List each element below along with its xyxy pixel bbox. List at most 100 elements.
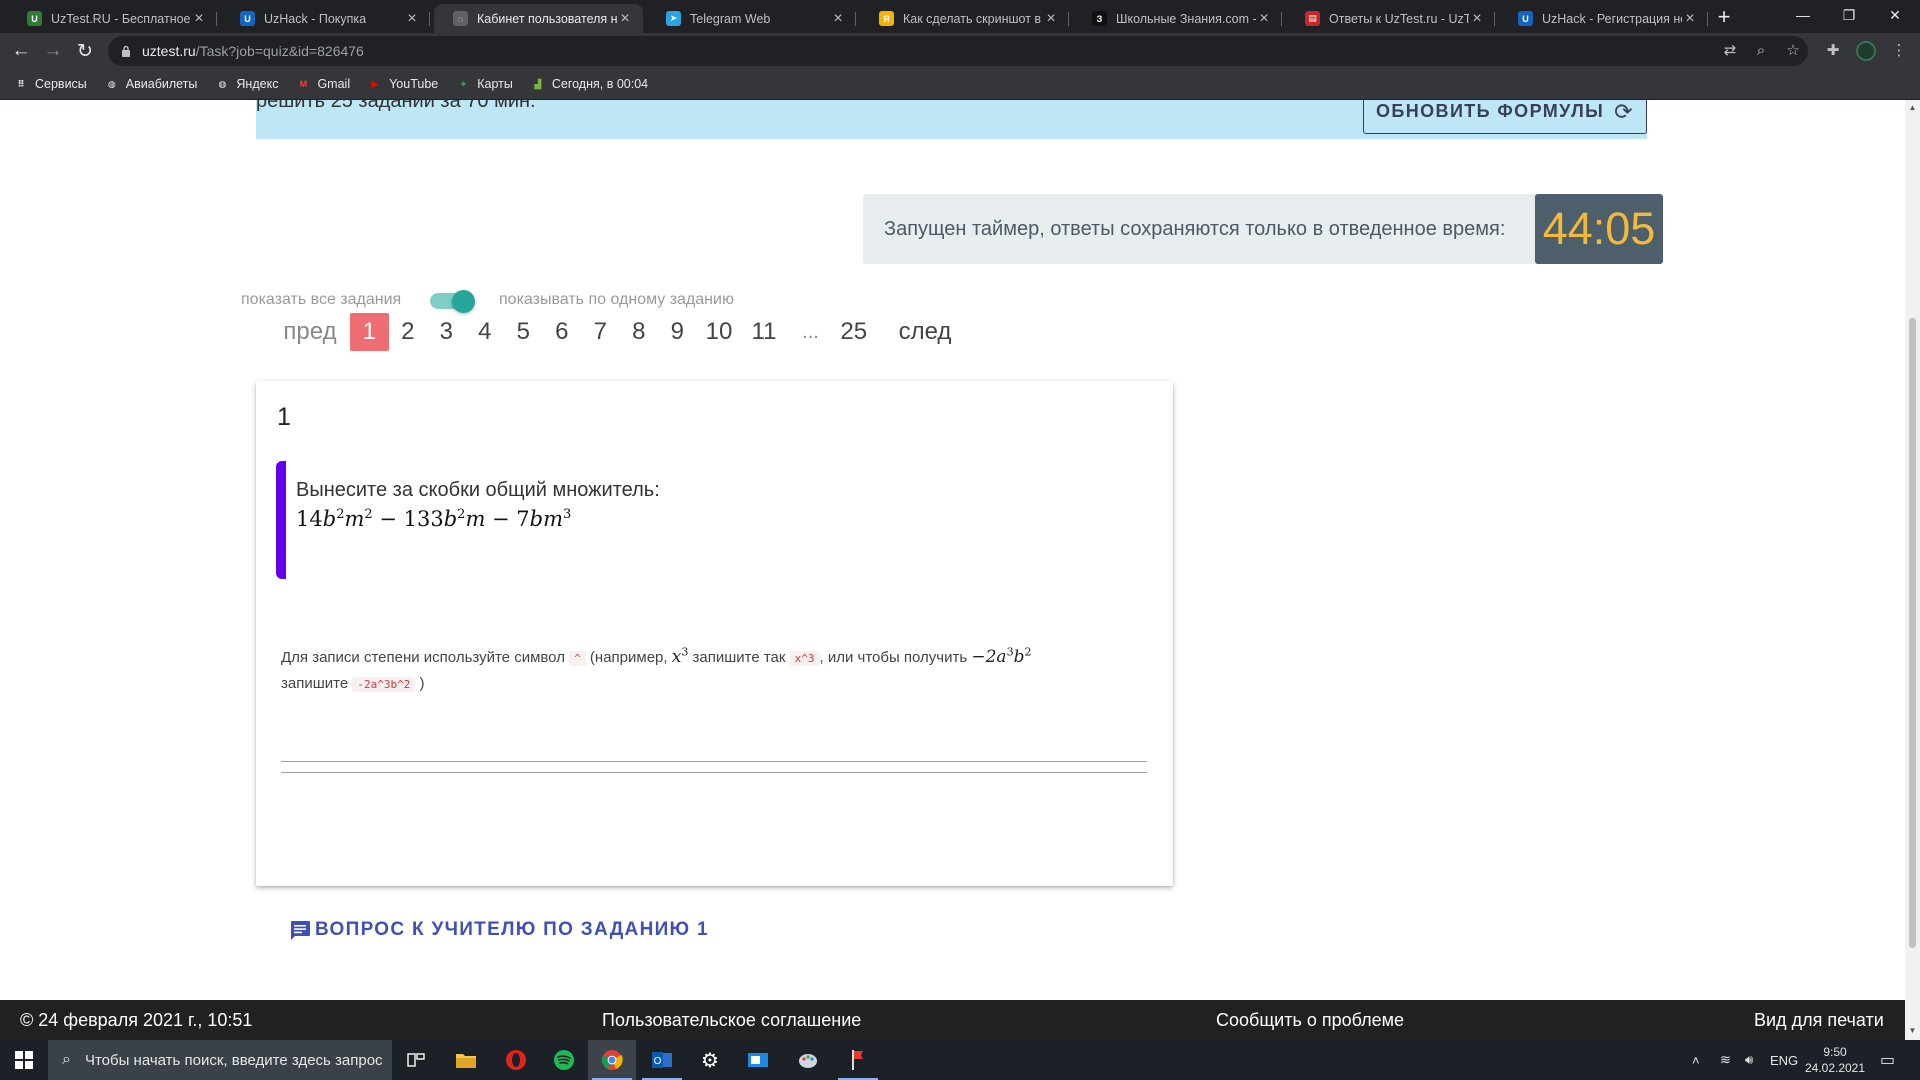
close-tab-icon[interactable]: ×: [1682, 10, 1698, 28]
new-tab-button[interactable]: +: [1710, 5, 1738, 31]
pager-page[interactable]: 3: [427, 313, 466, 351]
keyboard-language[interactable]: ENG: [1770, 1040, 1798, 1080]
bookmark-item[interactable]: ⠿ Сервисы: [14, 77, 86, 91]
close-tab-icon[interactable]: ×: [1256, 10, 1272, 28]
answer-input[interactable]: [281, 761, 1147, 762]
pager-page[interactable]: 11: [742, 313, 787, 351]
svg-text:O: O: [654, 1056, 662, 1067]
pager-page-last[interactable]: 25: [835, 313, 874, 351]
browser-tab[interactable]: ▤ Ответы к UzTest.ru - UzTest×: [1286, 4, 1495, 33]
close-tab-icon[interactable]: ×: [404, 10, 420, 28]
opera-icon[interactable]: [492, 1040, 540, 1080]
close-tab-icon[interactable]: ×: [617, 10, 633, 28]
pager-page[interactable]: 1: [350, 313, 389, 351]
tab-favicon-icon: U: [240, 11, 255, 26]
refresh-formulas-label: ОБНОВИТЬ ФОРМУЛЫ: [1376, 101, 1605, 121]
scroll-down-icon[interactable]: ▼: [1908, 1026, 1917, 1035]
volume-icon[interactable]: 🔊︎: [1745, 1040, 1753, 1080]
toggle-knob: [452, 290, 475, 313]
bookmark-item[interactable]: ▶ YouTube: [368, 77, 439, 91]
scrollbar-thumb[interactable]: [1909, 318, 1916, 948]
footer-agreement-link[interactable]: Пользовательское соглашение: [602, 1010, 861, 1031]
bookmark-star-icon[interactable]: ☆: [1784, 42, 1802, 60]
answer-hint: Для записи степени используйте символ ^ …: [281, 645, 1151, 697]
url-host: uztest.ru: [142, 43, 196, 59]
show-one-task-label[interactable]: показывать по одному заданию: [499, 291, 734, 309]
bookmark-item[interactable]: ▟ Сегодня, в 00:04: [531, 77, 648, 91]
bookmark-item[interactable]: ◍ Авиабилеты: [105, 77, 198, 91]
flag-app-icon[interactable]: [834, 1040, 882, 1080]
pager-prev[interactable]: пред: [270, 313, 350, 351]
show-all-tasks-label[interactable]: показать все задания: [241, 291, 401, 309]
extensions-puzzle-icon[interactable]: ✚: [1824, 42, 1842, 60]
pager-ellipsis: ...: [802, 320, 819, 343]
browser-menu-icon[interactable]: ⋮: [1890, 42, 1908, 60]
hint-text: запишите: [281, 675, 349, 692]
pager-next[interactable]: след: [885, 313, 965, 351]
browser-tab[interactable]: ◌ Кабинет пользователя на U×: [434, 4, 643, 33]
pager-page[interactable]: 9: [658, 313, 697, 351]
ask-teacher-link[interactable]: ВОПРОС К УЧИТЕЛЮ ПО ЗАДАНИЮ 1: [287, 918, 709, 942]
profile-avatar[interactable]: [1856, 41, 1876, 61]
close-tab-icon[interactable]: ×: [830, 10, 846, 28]
bookmark-item[interactable]: ⌖ Карты: [456, 77, 513, 91]
scroll-up-icon[interactable]: ▲: [1908, 103, 1917, 112]
browser-tab[interactable]: Я Как сделать скриншот в W ×: [860, 4, 1069, 33]
hint-text: , или чтобы получить: [819, 649, 968, 666]
drawing-app-icon[interactable]: [784, 1040, 832, 1080]
restore-button[interactable]: ❐: [1826, 0, 1872, 30]
task-view-icon[interactable]: [392, 1040, 440, 1080]
close-tab-icon[interactable]: ×: [191, 10, 207, 28]
tab-favicon-icon: ◌: [453, 11, 468, 26]
settings-gear-icon[interactable]: ⚙: [686, 1040, 734, 1080]
system-clock[interactable]: 9:50 24.02.2021: [1800, 1044, 1870, 1076]
tray-chevron-icon[interactable]: ˄: [1692, 1040, 1700, 1080]
tab-separator: [1281, 12, 1282, 26]
timer-panel: Запущен таймер, ответы сохраняются тольк…: [863, 194, 1663, 264]
browser-tab[interactable]: ➤ Telegram Web ×: [647, 4, 856, 33]
close-window-button[interactable]: ✕: [1872, 0, 1918, 30]
pager-page[interactable]: 2: [389, 313, 428, 351]
footer-print-link[interactable]: Вид для печати: [1754, 1010, 1884, 1031]
pager-page[interactable]: 6: [543, 313, 582, 351]
footer-report-link[interactable]: Сообщить о проблеме: [1216, 1010, 1404, 1031]
close-tab-icon[interactable]: ×: [1469, 10, 1485, 28]
task-pagination: пред 1 2 3 4 5 6 7 8 9 10 11 ... 25 след: [270, 312, 965, 352]
taskbar-search[interactable]: ⌕ Чтобы начать поиск, введите здесь запр…: [48, 1040, 392, 1080]
hint-text: (например,: [589, 649, 668, 666]
start-button[interactable]: [0, 1040, 48, 1080]
tab-favicon-icon: ▤: [1305, 11, 1320, 26]
mail-app-icon[interactable]: [734, 1040, 782, 1080]
gmail-icon: M: [299, 79, 308, 89]
clock-date: 24.02.2021: [1804, 1061, 1866, 1075]
refresh-formulas-button[interactable]: ОБНОВИТЬ ФОРМУЛЫ ⟳: [1363, 100, 1647, 134]
back-button[interactable]: ←: [8, 38, 34, 64]
notifications-icon[interactable]: ▭: [1880, 1040, 1895, 1080]
file-explorer-icon[interactable]: [442, 1040, 490, 1080]
zoom-icon[interactable]: ⌕: [1752, 42, 1770, 60]
outlook-icon[interactable]: O: [638, 1040, 686, 1080]
browser-tab[interactable]: U UzHack - Регистрация нов ×: [1499, 4, 1708, 33]
minimize-button[interactable]: —: [1780, 0, 1826, 30]
address-bar[interactable]: uztest.ru/Task?job=quiz&id=826476: [108, 36, 1808, 66]
pager-page[interactable]: 10: [697, 313, 742, 351]
task-mode-toggle[interactable]: [430, 290, 476, 313]
pager-page[interactable]: 7: [581, 313, 620, 351]
browser-tab[interactable]: З Школьные Знания.com - Р ×: [1073, 4, 1282, 33]
pager-page[interactable]: 5: [504, 313, 543, 351]
bookmark-item[interactable]: ◍ Яндекс: [215, 77, 278, 91]
bookmark-item[interactable]: M Gmail: [296, 77, 350, 91]
pager-page[interactable]: 8: [620, 313, 659, 351]
pager-page[interactable]: 4: [466, 313, 505, 351]
browser-tab[interactable]: U UzTest.RU - Бесплатное по×: [8, 4, 217, 33]
page-scrollbar[interactable]: ▲ ▼: [1905, 100, 1920, 1040]
close-tab-icon[interactable]: ×: [1043, 10, 1059, 28]
chrome-icon[interactable]: [588, 1040, 636, 1080]
translate-icon[interactable]: ⇄: [1721, 42, 1739, 60]
wifi-icon[interactable]: ≋: [1720, 1040, 1731, 1080]
browser-tab[interactable]: U UzHack - Покупка ×: [221, 4, 430, 33]
spotify-icon[interactable]: [540, 1040, 588, 1080]
forward-button[interactable]: →: [40, 38, 66, 64]
lock-icon[interactable]: [120, 45, 132, 57]
reload-button[interactable]: ↻: [72, 38, 98, 64]
